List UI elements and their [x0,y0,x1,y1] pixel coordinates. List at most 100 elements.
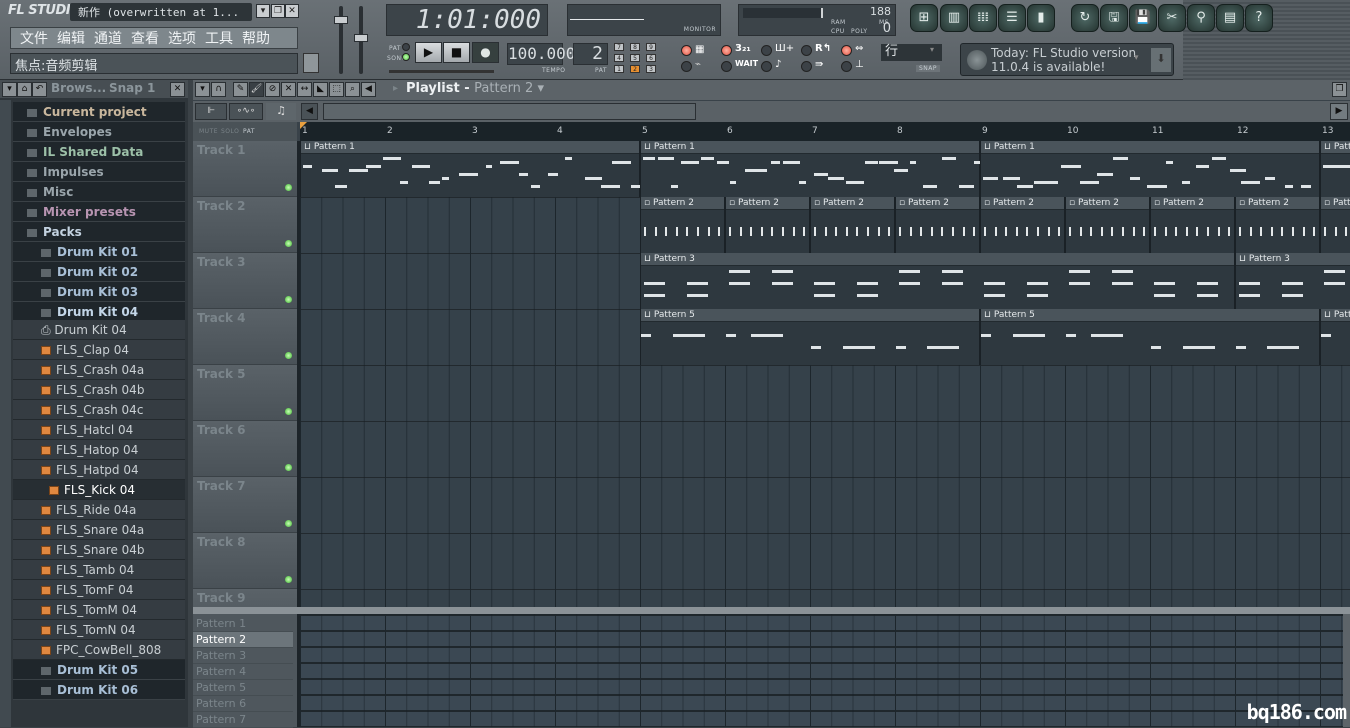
track-header[interactable]: Track 4 [193,309,297,365]
browser-item[interactable]: FLS_TomM 04 [13,600,185,620]
draw-tool-icon[interactable]: ✎ [233,82,248,97]
pattern-grid[interactable] [300,614,1350,727]
scroll-toggle[interactable] [801,61,812,72]
playlist-pattern-select[interactable]: Pattern 2 [474,81,533,96]
splitter-handle[interactable] [193,607,1350,614]
browser-item[interactable]: Drum Kit 04 [13,302,185,322]
track-header[interactable]: Track 1 [193,141,297,197]
playlist-clip[interactable]: ▫ Pattern 2 [1150,197,1235,253]
browser-item[interactable]: Current project [13,102,185,122]
close-button[interactable]: ✕ [285,4,299,18]
browser-item[interactable]: Drum Kit 01 [13,242,185,262]
song-position-display[interactable]: 1:01:000 [386,4,548,36]
browser-icon[interactable]: ☰ [998,4,1026,32]
browser-item[interactable]: Misc [13,182,185,202]
tab-playlist-events[interactable]: ⊩ [195,103,227,120]
browser-item[interactable]: Drum Kit 05 [13,660,185,680]
browser-item[interactable]: FLS_TomF 04 [13,580,185,600]
pattern-pad-button[interactable]: 7 [614,43,624,51]
pattern-list-item[interactable]: Pattern 3 [193,648,293,664]
browser-item[interactable]: FPC_CowBell_808 [13,640,185,660]
wait-input-toggle[interactable] [681,61,692,72]
playlist-clip[interactable]: ▫ Pattern 2 [640,197,725,253]
track-mute-led[interactable] [285,408,292,415]
zoom-tool-icon[interactable]: ⌕ [345,82,360,97]
pattern-pad-button[interactable]: 2 [630,65,640,73]
loop-record-toggle[interactable] [801,45,812,56]
playlist-clip[interactable]: ⊔ Pattern 1 [1320,141,1350,197]
pattern-list-item[interactable]: Pattern 7 [193,712,293,728]
joystick-toggle[interactable] [841,61,852,72]
browser-item[interactable]: Drum Kit 03 [13,282,185,302]
browser-snap-select[interactable]: Snap 1 [109,81,155,95]
playlist-grid[interactable]: ⊔ Pattern 1⊔ Pattern 1⊔ Pattern 1⊔ Patte… [300,141,1350,607]
undo-icon[interactable]: ↻ [1071,4,1099,32]
playback-tool-icon[interactable]: ◀ [361,82,376,97]
track-header[interactable]: Track 8 [193,533,297,589]
pattern-pad-button[interactable]: 9 [646,43,656,51]
stop-button[interactable]: ■ [443,42,470,63]
playlist-clip[interactable]: ▫ Pattern 2 [1320,197,1350,253]
track-header[interactable]: Track 6 [193,421,297,477]
piano-roll-icon[interactable]: 𝍖 [969,4,997,32]
browser-item[interactable]: ⎙ Drum Kit 04 [13,320,185,340]
save-new-icon[interactable]: 🖫 [1100,4,1128,32]
track-header[interactable]: Track 5 [193,365,297,421]
playlist-clip[interactable]: ▫ Pattern 2 [1235,197,1320,253]
browser-up-button[interactable]: ⌂ [17,82,32,97]
horizontal-scrollbar-thumb[interactable] [323,103,696,120]
browser-item[interactable]: Impulses [13,162,185,182]
playlist-clip[interactable]: ▫ Pattern 2 [980,197,1065,253]
menu-help[interactable]: 帮助 [239,28,276,48]
browser-item[interactable]: FLS_Crash 04c [13,400,185,420]
pattern-pad-button[interactable]: 5 [630,54,640,62]
pattern-pad-button[interactable]: 8 [630,43,640,51]
menu-view[interactable]: 查看 [128,28,165,48]
track-header[interactable]: Track 7 [193,477,297,533]
browser-item[interactable]: FLS_Kick 04 [13,480,185,500]
track-mute-led[interactable] [285,184,292,191]
mute-tool-icon[interactable]: ✕ [281,82,296,97]
track-header[interactable]: Track 3 [193,253,297,309]
pattern-list-item[interactable]: Pattern 1 [193,616,293,632]
step-sequencer-icon[interactable]: ▥ [940,4,968,32]
minimize-button[interactable]: ▾ [256,4,270,18]
track-mute-led[interactable] [285,240,292,247]
browser-item[interactable]: FLS_Clap 04 [13,340,185,360]
browser-item[interactable]: IL Shared Data [13,142,185,162]
track-mute-led[interactable] [285,576,292,583]
magnet-snap-icon[interactable]: ∩ [211,82,226,97]
menu-edit[interactable]: 编辑 [54,28,91,48]
chevron-down-icon[interactable]: ▾ [1134,53,1139,63]
pattern-list-item[interactable]: Pattern 2 [193,632,293,648]
menu-tools[interactable]: 工具 [202,28,239,48]
playlist-clip[interactable]: ▫ Pattern 2 [895,197,980,253]
song-mode-radio[interactable] [402,53,410,61]
browser-item[interactable]: FLS_Snare 04a [13,520,185,540]
browser-menu-button[interactable]: ▾ [2,82,17,97]
play-button[interactable]: ▶ [415,42,442,63]
multilink-toggle[interactable] [841,45,852,56]
menu-file[interactable]: 文件 [17,28,54,48]
paint-tool-icon[interactable]: 🖌 [249,82,264,97]
record-button[interactable]: ● [472,42,499,63]
slice-tool-icon[interactable]: ◣ [313,82,328,97]
menu-options[interactable]: 选项 [165,28,202,48]
select-tool-icon[interactable]: ⬚ [329,82,344,97]
tab-automation[interactable]: ∘∿∘ [229,103,263,120]
browser-back-button[interactable]: ↶ [32,82,47,97]
pattern-list-item[interactable]: Pattern 5 [193,680,293,696]
download-icon[interactable]: ⬇ [1151,48,1171,72]
search-icon[interactable]: ⚲ [1187,4,1215,32]
track-mute-led[interactable] [285,464,292,471]
pattern-pad-button[interactable]: 3 [646,65,656,73]
track-mute-led[interactable] [285,520,292,527]
pat-mode-radio[interactable] [402,43,410,51]
playlist-clip[interactable]: ⊔ Pattern 3 [640,253,1235,309]
playlist-clip[interactable]: ⊔ Pattern 5 [980,309,1320,365]
browser-scrollbar[interactable] [0,100,11,727]
scroll-right-button[interactable]: ▶ [1330,103,1348,120]
pattern-number-display[interactable]: 2 [573,43,608,65]
scroll-left-button[interactable]: ◀ [301,103,318,120]
browser-item[interactable]: FLS_Hatop 04 [13,440,185,460]
